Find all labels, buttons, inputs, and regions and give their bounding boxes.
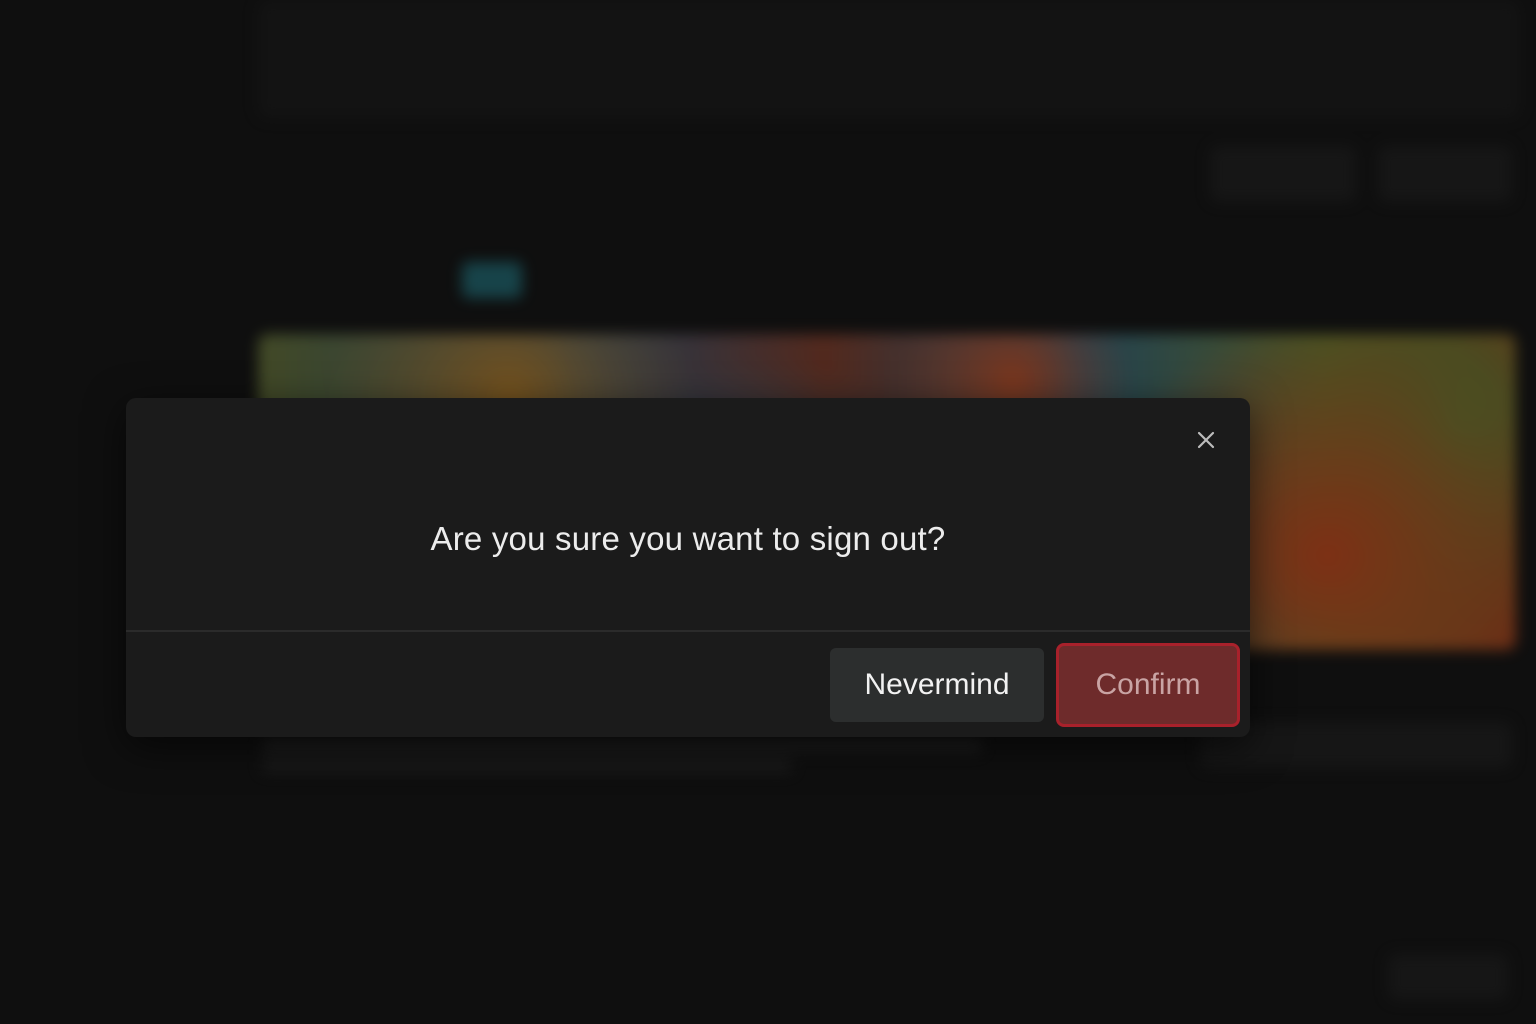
bg-description-line bbox=[262, 738, 982, 752]
close-button[interactable] bbox=[1192, 428, 1220, 456]
nevermind-button[interactable]: Nevermind bbox=[830, 648, 1044, 722]
bg-button bbox=[1210, 146, 1356, 202]
bg-description-line bbox=[262, 758, 792, 772]
bg-top-card bbox=[258, 0, 1520, 118]
bg-button bbox=[1378, 146, 1512, 202]
dialog-divider bbox=[126, 630, 1250, 632]
confirm-button[interactable]: Confirm bbox=[1056, 643, 1240, 727]
bg-pro-badge bbox=[462, 262, 522, 298]
sign-out-dialog: Are you sure you want to sign out? Never… bbox=[126, 398, 1250, 737]
close-icon bbox=[1196, 430, 1216, 454]
dialog-title: Are you sure you want to sign out? bbox=[430, 520, 946, 557]
bg-sign-out-button bbox=[1388, 954, 1508, 1000]
